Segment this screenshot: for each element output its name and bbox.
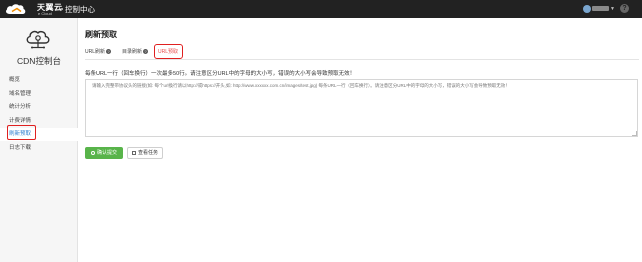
sidebar-menu: 概览 域名管理 统计分析 计费详情 刷新预取 日志下载 [0,74,78,155]
tab-label: 目录刷新 [122,49,143,55]
sidebar-item-statistics[interactable]: 统计分析 [0,101,78,114]
tab-url-refresh[interactable]: URL刷新? [85,45,112,59]
view-tasks-button[interactable]: 查看任务 [127,147,163,159]
cloud-logo-icon[interactable] [4,3,34,16]
tab-directory-refresh[interactable]: 目录刷新? [122,45,149,59]
list-icon [131,150,136,155]
user-name-blurred[interactable] [592,6,609,11]
sidebar: CDN控制台 概览 域名管理 统计分析 计费详情 刷新预取 日志下载 [0,18,78,262]
confirm-submit-button[interactable]: 确认提交 [85,147,123,159]
cdn-cloud-icon [26,30,50,49]
view-tasks-label: 查看任务 [137,150,158,156]
url-input-textarea[interactable] [85,79,638,137]
console-title[interactable]: 控制中心 [65,4,95,15]
help-icon[interactable]: ? [106,49,112,55]
chevron-down-icon[interactable]: ▼ [610,6,615,12]
confirm-submit-label: 确认提交 [96,150,117,156]
top-navigation-bar: 天翼云 e Cloud 控制中心 ▼ ? [0,0,642,18]
check-circle-icon [90,150,95,155]
sidebar-item-log-download[interactable]: 日志下载 [0,142,78,155]
user-avatar-icon[interactable] [583,5,591,13]
tab-divider [85,59,639,60]
brand-name-en: e Cloud [38,11,52,16]
sidebar-item-overview[interactable]: 概览 [0,74,78,87]
annotation-highlight-box [7,125,36,140]
resize-grip-icon[interactable] [632,131,637,136]
sidebar-item-domain-management[interactable]: 域名管理 [0,88,78,101]
separator-dot [61,8,63,10]
instruction-text: 每条URL一行（回车换行）一次最多50行。请注意区分URL中的字母的大小写，错误… [85,71,356,77]
tab-label: URL刷新 [85,49,106,55]
sidebar-title: CDN控制台 [17,56,61,66]
help-icon[interactable]: ? [143,49,149,55]
annotation-highlight-box [154,44,183,59]
help-icon[interactable]: ? [620,4,629,13]
page-title: 刷新预取 [85,30,117,39]
